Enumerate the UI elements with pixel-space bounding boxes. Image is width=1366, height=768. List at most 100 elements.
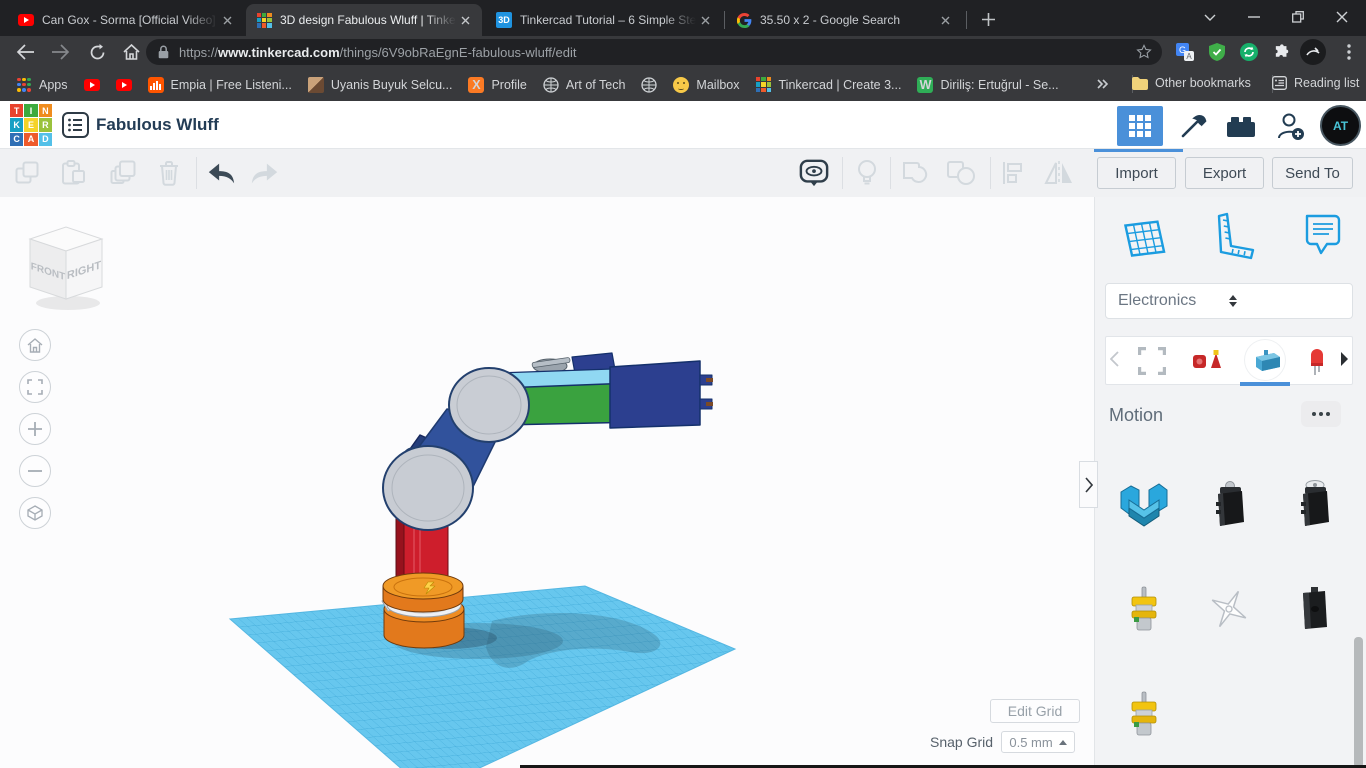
globe-icon bbox=[543, 77, 559, 93]
close-tab-icon[interactable] bbox=[456, 11, 474, 29]
scene[interactable]: FRONT RIGHT bbox=[0, 197, 1094, 768]
bookmark-globe[interactable] bbox=[641, 77, 657, 93]
browser-tab-2-active[interactable]: 3D design Fabulous Wluff | Tinke bbox=[246, 4, 482, 36]
browser-tab-3[interactable]: 3D Tinkercad Tutorial – 6 Simple Ste bbox=[486, 4, 722, 36]
bookmark-youtube-2[interactable] bbox=[116, 77, 132, 93]
select-all-icon[interactable] bbox=[1138, 347, 1166, 380]
part-gear-motor-2[interactable] bbox=[1105, 678, 1183, 750]
reading-list-button[interactable]: Reading list bbox=[1272, 76, 1359, 90]
import-button[interactable]: Import bbox=[1097, 157, 1176, 189]
bookmark-art-of-tech[interactable]: Art of Tech bbox=[543, 77, 626, 93]
shield-check-icon[interactable] bbox=[1204, 39, 1230, 65]
restore-button[interactable] bbox=[1276, 0, 1320, 34]
group-icon[interactable] bbox=[900, 159, 930, 187]
duplicate-icon[interactable] bbox=[108, 159, 138, 187]
close-tab-icon[interactable] bbox=[696, 11, 714, 29]
part-micro-servo-holder[interactable] bbox=[1105, 468, 1183, 540]
zoom-out-button[interactable] bbox=[19, 455, 51, 487]
home-view-button[interactable] bbox=[19, 329, 51, 361]
panel-collapse-handle[interactable] bbox=[1079, 461, 1098, 508]
3d-viewport[interactable]: FRONT RIGHT Edit Grid Snap Grid 0.5 mm bbox=[0, 197, 1094, 768]
tab-separator bbox=[724, 11, 725, 29]
back-icon[interactable] bbox=[12, 39, 38, 65]
mirror-icon[interactable] bbox=[1044, 159, 1074, 187]
brick-icon[interactable] bbox=[1226, 111, 1256, 141]
workplane[interactable] bbox=[230, 586, 735, 768]
notes-tool-icon[interactable] bbox=[1299, 210, 1343, 262]
carousel-next-icon[interactable] bbox=[1340, 352, 1349, 371]
bookmark-dirilis[interactable]: WDiriliş: Ertuğrul - Se... bbox=[917, 77, 1058, 93]
paste-icon[interactable] bbox=[58, 159, 88, 187]
toolbar-separator bbox=[890, 157, 891, 189]
pickaxe-icon[interactable] bbox=[1178, 111, 1208, 141]
bookmark-profile[interactable]: XProfile bbox=[468, 77, 526, 93]
edit-grid-button[interactable]: Edit Grid bbox=[990, 699, 1080, 723]
browser-profile-avatar[interactable] bbox=[1300, 39, 1326, 65]
part-servo-horn[interactable] bbox=[1190, 573, 1268, 645]
reload-icon[interactable] bbox=[84, 39, 110, 65]
forward-icon[interactable] bbox=[48, 39, 74, 65]
part-gear-motor[interactable] bbox=[1105, 573, 1183, 645]
close-tab-icon[interactable] bbox=[936, 11, 954, 29]
category-dropdown[interactable]: Electronics bbox=[1105, 283, 1353, 319]
part-micro-servo-with-horn[interactable] bbox=[1275, 468, 1353, 540]
view-cube[interactable]: FRONT RIGHT bbox=[30, 227, 102, 310]
chevron-down-icon[interactable] bbox=[1188, 0, 1232, 34]
part-micro-servo[interactable] bbox=[1190, 468, 1268, 540]
bookmark-mailbox[interactable]: Mailbox bbox=[673, 77, 739, 93]
design-title[interactable]: Fabulous Wluff bbox=[96, 115, 219, 135]
buzzer-parts-icon[interactable] bbox=[1192, 347, 1222, 380]
home-icon[interactable] bbox=[118, 39, 144, 65]
apps-grid-button-active[interactable] bbox=[1117, 106, 1163, 146]
annotation-visibility-icon[interactable] bbox=[799, 159, 829, 187]
bookmarks-bar: Apps Empia | Free Listeni... Uyanis Buyu… bbox=[0, 68, 1366, 101]
micro-servo-icon[interactable] bbox=[1252, 349, 1282, 378]
address-bar[interactable]: https://www.tinkercad.com/things/6V9obRa… bbox=[146, 39, 1162, 65]
ungroup-icon[interactable] bbox=[946, 159, 976, 187]
svg-text:A: A bbox=[1186, 52, 1192, 61]
hint-bulb-icon[interactable] bbox=[852, 159, 882, 187]
extensions-puzzle-icon[interactable] bbox=[1268, 39, 1294, 65]
tab-title: Can Gox - Sorma [Official Video] bbox=[42, 13, 218, 27]
bookmark-uyanis[interactable]: Uyanis Buyuk Selcu... bbox=[308, 77, 453, 93]
carousel-prev-icon[interactable] bbox=[1110, 351, 1119, 372]
panel-scrollbar[interactable] bbox=[1354, 637, 1363, 768]
design-menu-icon[interactable] bbox=[62, 112, 89, 143]
fit-view-button[interactable] bbox=[19, 371, 51, 403]
new-tab-button[interactable] bbox=[976, 7, 1000, 31]
zoom-in-button[interactable] bbox=[19, 413, 51, 445]
align-icon[interactable] bbox=[998, 159, 1028, 187]
add-person-icon[interactable] bbox=[1276, 111, 1306, 141]
bookmark-tinkercad[interactable]: Tinkercad | Create 3... bbox=[756, 77, 902, 93]
youtube-icon bbox=[84, 77, 100, 93]
bookmark-youtube-1[interactable] bbox=[84, 77, 100, 93]
kebab-menu-icon[interactable] bbox=[1336, 39, 1362, 65]
other-bookmarks-button[interactable]: Other bookmarks bbox=[1132, 76, 1251, 90]
user-avatar[interactable]: AT bbox=[1320, 105, 1361, 146]
bookmark-star-icon[interactable] bbox=[1136, 44, 1152, 60]
delete-icon[interactable] bbox=[154, 159, 184, 187]
close-window-button[interactable] bbox=[1320, 0, 1364, 34]
translate-icon[interactable]: GA bbox=[1172, 39, 1198, 65]
bookmark-empia[interactable]: Empia | Free Listeni... bbox=[148, 77, 292, 93]
part-dc-motor[interactable] bbox=[1275, 573, 1353, 645]
led-icon[interactable] bbox=[1309, 345, 1325, 382]
section-options-icon[interactable] bbox=[1301, 401, 1341, 427]
browser-tab-1[interactable]: Can Gox - Sorma [Official Video] bbox=[8, 4, 244, 36]
green-extension-icon[interactable] bbox=[1236, 39, 1262, 65]
copy-icon[interactable] bbox=[12, 159, 42, 187]
send-to-button[interactable]: Send To bbox=[1272, 157, 1353, 189]
browser-tab-4[interactable]: 35.50 x 2 - Google Search bbox=[726, 4, 962, 36]
ruler-tool-icon[interactable] bbox=[1211, 210, 1255, 262]
tinkercad-logo[interactable]: TINKERCAD bbox=[10, 104, 52, 146]
minimize-button[interactable] bbox=[1232, 0, 1276, 34]
close-tab-icon[interactable] bbox=[218, 11, 236, 29]
perspective-toggle-button[interactable] bbox=[19, 497, 51, 529]
redo-icon[interactable] bbox=[250, 159, 280, 187]
workplane-tool-icon[interactable] bbox=[1123, 210, 1167, 262]
bookmarks-overflow-icon[interactable] bbox=[1096, 77, 1110, 95]
bookmark-apps[interactable]: Apps bbox=[16, 77, 68, 93]
export-button[interactable]: Export bbox=[1185, 157, 1264, 189]
undo-icon[interactable] bbox=[206, 159, 236, 187]
snap-grid-select[interactable]: 0.5 mm bbox=[1001, 731, 1075, 753]
